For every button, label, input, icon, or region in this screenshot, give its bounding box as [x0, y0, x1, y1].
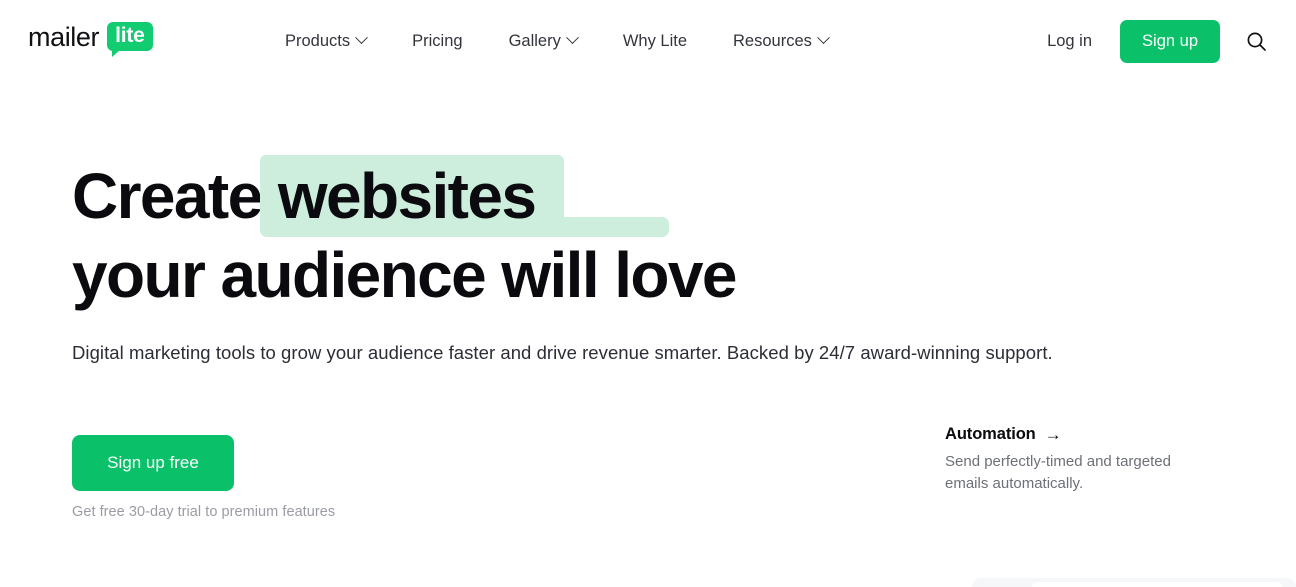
logo-badge: lite [107, 22, 153, 57]
nav-label-why-lite: Why Lite [622, 31, 688, 50]
logo-mailerlite[interactable]: mailer lite [28, 22, 153, 60]
nav-label-pricing: Pricing [412, 31, 463, 50]
nav-item-pricing[interactable]: Pricing [412, 24, 462, 59]
search-icon[interactable] [1244, 29, 1268, 53]
signup-button[interactable]: Sign up [1120, 19, 1220, 63]
headline-part-1: Create [72, 160, 278, 232]
page-title: Create websites your audience will love [72, 155, 832, 315]
nav-label-resources: Resources [733, 31, 812, 50]
headline-highlight-text: websites [277, 160, 537, 232]
logo-badge-text: lite [115, 24, 145, 47]
landing-page: mailer lite Products Pricing Gallery Why… [0, 0, 1296, 587]
automation-description: Send perfectly-timed and targeted emails… [945, 453, 1171, 492]
main-navigation: Products Pricing Gallery Why Lite Resour… [285, 0, 830, 82]
nav-item-gallery[interactable]: Gallery [508, 24, 579, 59]
login-link[interactable]: Log in [1047, 32, 1092, 51]
nav-item-products[interactable]: Products [285, 24, 368, 59]
nav-label-gallery: Gallery [508, 31, 561, 50]
arrow-right-icon: → [1044, 425, 1062, 444]
signup-free-button[interactable]: Sign up free [72, 435, 234, 491]
nav-item-resources[interactable]: Resources [733, 24, 830, 59]
logo-text: mailer [28, 22, 100, 52]
nav-label-products: Products [285, 31, 351, 50]
hero-subheading: Digital marketing tools to grow your aud… [72, 342, 1053, 363]
feature-card-automation: Automation → Send perfectly-timed and ta… [945, 425, 1195, 495]
automation-link[interactable]: Automation → [945, 425, 1062, 444]
chevron-down-icon [817, 30, 830, 44]
chevron-down-icon [355, 30, 368, 44]
cta-trial-note: Get free 30-day trial to premium feature… [72, 504, 336, 520]
site-header: mailer lite Products Pricing Gallery Why… [0, 0, 1296, 82]
headline-line-2: your audience will love [72, 239, 737, 311]
chevron-down-icon [565, 30, 579, 44]
header-actions: Log in Sign up [1047, 0, 1296, 82]
automation-title: Automation [945, 425, 1036, 443]
headline-highlight-wrap: websites [259, 155, 669, 237]
nav-item-why-lite[interactable]: Why Lite [623, 24, 687, 59]
bottom-panel-inner-card [1032, 582, 1282, 587]
